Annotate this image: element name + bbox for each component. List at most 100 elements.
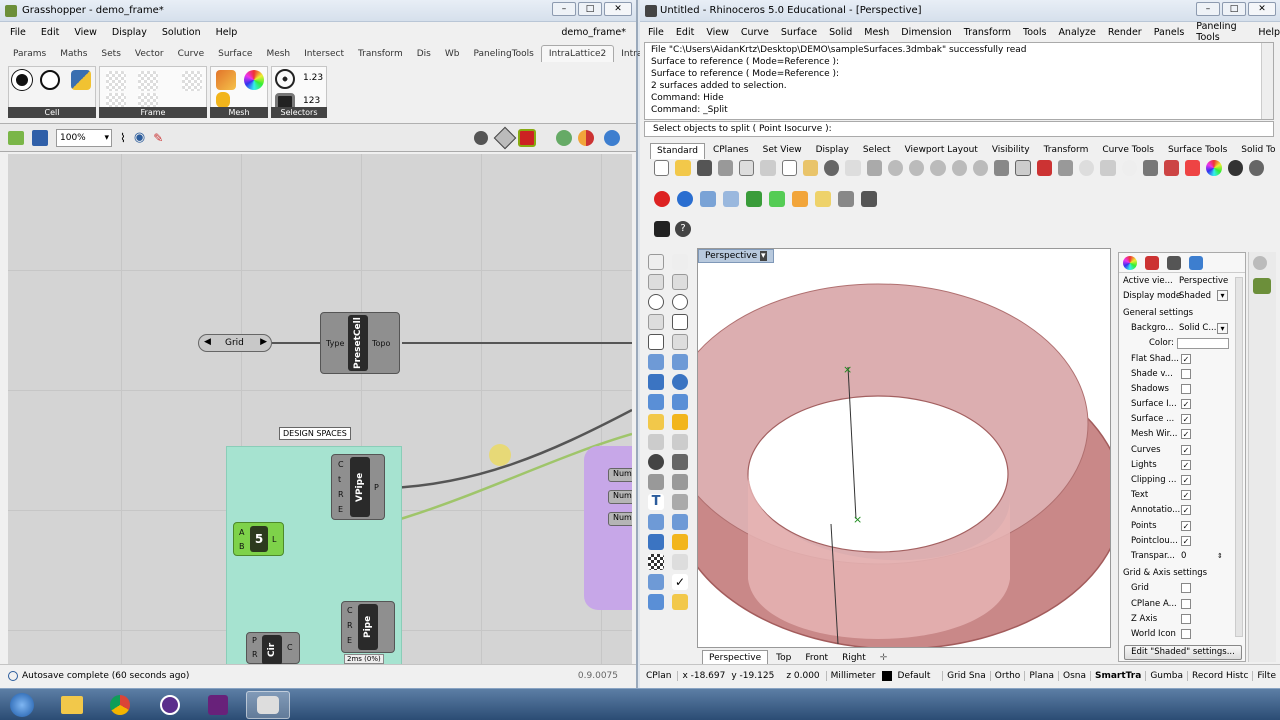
rhino-menu-dimension[interactable]: Dimension: [901, 27, 952, 38]
preview-icon-5[interactable]: [578, 129, 594, 146]
sketch-icon[interactable]: ⌇: [120, 131, 126, 145]
copy-icon[interactable]: [781, 160, 797, 176]
gh-tab-sets[interactable]: Sets: [94, 46, 127, 62]
cir-output-c[interactable]: C: [287, 643, 293, 652]
tool-point-icon[interactable]: [672, 254, 688, 270]
color-wheel-icon[interactable]: [1206, 160, 1222, 176]
vpipe-input-r[interactable]: R: [338, 490, 344, 499]
tool-move-icon[interactable]: [648, 474, 664, 490]
toolbar-tab-cplanes[interactable]: CPlanes: [707, 143, 755, 159]
tool-surface-icon[interactable]: [648, 354, 664, 370]
save-icon[interactable]: [32, 129, 48, 146]
pipe-component[interactable]: C R E Pipe: [341, 601, 395, 653]
selector-value-a[interactable]: 1.23: [303, 73, 323, 83]
properties-icon[interactable]: [739, 160, 755, 176]
rhino-menu-analyze[interactable]: Analyze: [1058, 27, 1095, 38]
tool-group-icon[interactable]: [648, 454, 664, 470]
preset-cell-component[interactable]: Type PresetCell Topo: [320, 312, 400, 374]
setting-checkbox[interactable]: [1181, 583, 1191, 594]
setting-checkbox[interactable]: ✓: [1181, 399, 1191, 410]
panel-material-icon[interactable]: [1145, 256, 1159, 270]
rhino-menu-view[interactable]: View: [706, 27, 729, 38]
toolbar-tab-solid-tools[interactable]: Solid Tools: [1235, 143, 1276, 159]
gh-menu-edit[interactable]: Edit: [41, 27, 59, 38]
rhino-menu-panels[interactable]: Panels: [1154, 27, 1185, 38]
tool-select-icon[interactable]: [648, 254, 664, 270]
tool-warning-icon[interactable]: [672, 594, 688, 610]
open-folder-icon[interactable]: [675, 160, 691, 176]
cell-icon-3[interactable]: [71, 70, 91, 90]
minimize-button[interactable]: –: [1196, 2, 1220, 16]
setting-checkbox[interactable]: [1181, 598, 1191, 609]
green-shield-icon[interactable]: [746, 191, 762, 207]
rhino-menu-help[interactable]: Help: [1258, 27, 1280, 38]
view-tab-perspective[interactable]: Perspective: [702, 650, 769, 665]
cell-icon-2[interactable]: [40, 70, 60, 90]
setting-checkbox[interactable]: ✓: [1181, 429, 1191, 440]
print-icon[interactable]: [717, 160, 734, 176]
frame-icon-1[interactable]: [106, 71, 126, 91]
slider-component[interactable]: A B 5 L: [233, 522, 284, 556]
display-mode-value[interactable]: Shaded: [1179, 291, 1211, 301]
cir-input-r[interactable]: R: [252, 650, 258, 659]
cylinder-icon[interactable]: [838, 191, 854, 207]
tool-analyze-icon[interactable]: [672, 534, 688, 550]
add-view-icon[interactable]: ✛: [874, 651, 894, 665]
pipe-input-r[interactable]: R: [347, 621, 353, 630]
setting-checkbox[interactable]: [1181, 613, 1191, 624]
slider-output-l[interactable]: L: [272, 535, 276, 544]
background-value[interactable]: Solid C...: [1179, 323, 1216, 333]
gh-tab-wb[interactable]: Wb: [438, 46, 467, 62]
gh-tab-transform[interactable]: Transform: [351, 46, 410, 62]
setting-checkbox[interactable]: ✓: [1181, 444, 1191, 455]
setting-checkbox[interactable]: ✓: [1181, 490, 1191, 501]
rhino-menu-tools[interactable]: Tools: [1023, 27, 1046, 38]
slider-input-a[interactable]: A: [239, 528, 244, 537]
grid-snap-icon[interactable]: [1100, 160, 1116, 176]
tool-explode-icon[interactable]: [672, 454, 688, 470]
arrow-left-icon[interactable]: ◀: [204, 337, 211, 347]
tool-align-icon[interactable]: [672, 514, 688, 530]
tool-boolean-icon[interactable]: [672, 414, 688, 430]
taskbar-visual-studio[interactable]: [196, 691, 240, 719]
taskbar-chrome[interactable]: [98, 691, 142, 719]
mesh-icon-2[interactable]: [244, 70, 264, 90]
selector-value-b[interactable]: 123: [303, 96, 320, 106]
setting-checkbox[interactable]: [1181, 368, 1191, 379]
rhino-menu-curve[interactable]: Curve: [741, 27, 769, 38]
tool-ellipse-icon[interactable]: [672, 294, 688, 310]
gh-canvas[interactable]: ◀ Grid ▶ Type PresetCell Topo DESIGN SPA…: [8, 154, 632, 664]
rotate-view-icon[interactable]: [866, 160, 882, 176]
panel-scrollbar[interactable]: [1235, 277, 1243, 637]
design-spaces-label[interactable]: DESIGN SPACES: [279, 427, 351, 440]
gh-tab-vector[interactable]: Vector: [128, 46, 171, 62]
pan-icon[interactable]: [845, 160, 861, 176]
render-preview-icon[interactable]: [1248, 160, 1265, 176]
gh-tab-intralattice2[interactable]: IntraLattice2: [540, 45, 615, 62]
toolbar-tab-display[interactable]: Display: [810, 143, 855, 159]
tool-box-icon[interactable]: [648, 374, 664, 390]
tool-fillet-icon[interactable]: [672, 334, 688, 350]
tool-surface2-icon[interactable]: [672, 354, 688, 370]
tool-trim-icon[interactable]: [648, 434, 664, 450]
toolbar-tab-select[interactable]: Select: [857, 143, 897, 159]
chevron-down-icon[interactable]: ▾: [1217, 290, 1228, 302]
view-tab-front[interactable]: Front: [799, 651, 834, 665]
close-button[interactable]: ✕: [1248, 2, 1276, 16]
zoom-all-icon[interactable]: [972, 160, 989, 176]
status-layer[interactable]: Default: [898, 671, 931, 681]
tool-edit-icon[interactable]: [648, 574, 664, 590]
save-icon[interactable]: [696, 160, 712, 176]
box-edit-icon[interactable]: [723, 191, 739, 207]
preview-icon-3[interactable]: [518, 128, 536, 147]
gh-menu-view[interactable]: View: [74, 27, 97, 38]
zoom-extents-icon[interactable]: [930, 160, 946, 176]
tool-circle-icon[interactable]: [648, 294, 664, 310]
view-tab-right[interactable]: Right: [836, 651, 872, 665]
tool-mesh-icon[interactable]: [672, 394, 688, 410]
preview-icon-1[interactable]: [474, 130, 488, 145]
toolbar-tab-surface-tools[interactable]: Surface Tools: [1162, 143, 1233, 159]
value-list-grid[interactable]: ◀ Grid ▶: [198, 334, 272, 352]
brush-icon[interactable]: ✎: [153, 131, 163, 145]
toolbar-tab-curve-tools[interactable]: Curve Tools: [1096, 143, 1160, 159]
